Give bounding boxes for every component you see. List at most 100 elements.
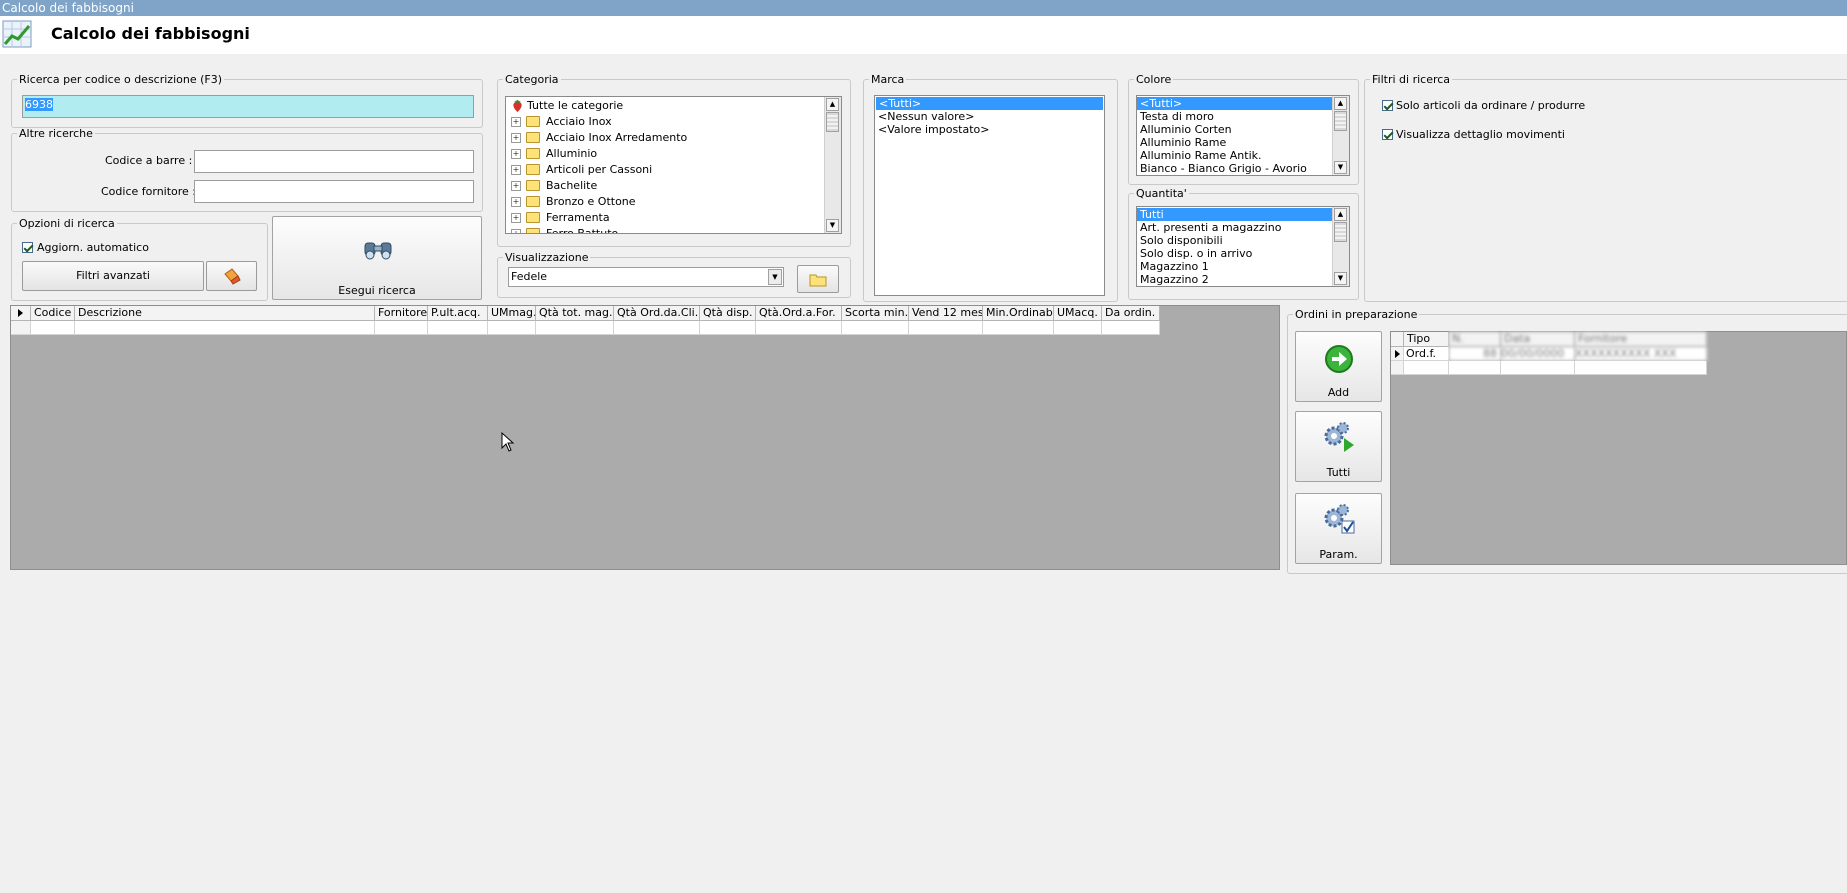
grid-cell[interactable] <box>1102 321 1160 335</box>
list-item[interactable]: <Tutti> <box>876 97 1103 110</box>
list-item[interactable]: Art. presenti a magazzino <box>1137 221 1349 234</box>
list-item[interactable]: Alluminio Rame <box>1137 136 1349 149</box>
add-order-button[interactable]: Add <box>1295 331 1382 402</box>
grid-cell[interactable] <box>909 321 983 335</box>
grid-cell[interactable] <box>31 321 75 335</box>
grid-cell[interactable] <box>428 321 488 335</box>
grid-cell[interactable] <box>375 321 428 335</box>
grid-cell[interactable] <box>842 321 909 335</box>
row-selector[interactable] <box>1391 347 1404 361</box>
grid-cell[interactable] <box>488 321 536 335</box>
order-empty-cell[interactable] <box>1575 361 1707 375</box>
category-scrollbar[interactable]: ▲ ▼ <box>824 97 841 233</box>
column-header[interactable]: Data <box>1501 332 1575 347</box>
column-header[interactable]: Qtà tot. mag. <box>536 306 614 321</box>
column-header[interactable]: Scorta min. <box>842 306 909 321</box>
list-item[interactable]: Magazzino 1 <box>1137 260 1349 273</box>
expand-icon[interactable]: + <box>511 213 521 223</box>
only-to-order-checkbox[interactable] <box>1382 100 1393 111</box>
grid-cell[interactable] <box>700 321 756 335</box>
column-header[interactable]: Vend 12 mesi <box>909 306 983 321</box>
supplier-code-input[interactable] <box>194 180 474 203</box>
column-header[interactable]: Qtà disp. <box>700 306 756 321</box>
order-empty-cell[interactable] <box>1404 361 1449 375</box>
clear-filters-button[interactable] <box>206 261 257 291</box>
order-empty-cell[interactable] <box>1501 361 1575 375</box>
quantity-list[interactable]: Tutti Art. presenti a magazzino Solo dis… <box>1136 206 1350 287</box>
quantity-scrollbar[interactable]: ▲ ▼ <box>1332 207 1349 286</box>
scroll-thumb[interactable] <box>1334 111 1347 131</box>
auto-update-label: Aggiorn. automatico <box>37 241 149 254</box>
column-header[interactable]: Da ordin. <box>1102 306 1160 321</box>
list-item[interactable]: Magazzino 2 <box>1137 273 1349 286</box>
order-number-cell[interactable]: 88 <box>1449 347 1501 361</box>
all-orders-button[interactable]: Tutti <box>1295 411 1382 482</box>
list-item[interactable]: <Tutti> <box>1137 97 1332 110</box>
auto-update-checkbox[interactable] <box>22 242 33 253</box>
grid-cell[interactable] <box>983 321 1054 335</box>
expand-icon[interactable]: + <box>511 197 521 207</box>
list-item[interactable]: <Valore impostato> <box>875 123 1104 136</box>
column-header[interactable]: Descrizione <box>75 306 375 321</box>
search-input[interactable]: 6938 <box>22 95 474 118</box>
grid-cell[interactable] <box>536 321 614 335</box>
column-header[interactable]: Qtà Ord.da.Cli. <box>614 306 700 321</box>
list-item[interactable]: Alluminio Corten <box>1137 123 1349 136</box>
list-item[interactable]: Testa di moro <box>1137 110 1349 123</box>
row-selector[interactable] <box>1391 361 1404 375</box>
column-header[interactable]: P.ult.acq. <box>428 306 488 321</box>
scroll-down-icon[interactable]: ▼ <box>1334 161 1347 174</box>
advanced-filters-button[interactable]: Filtri avanzati <box>22 261 204 291</box>
column-header[interactable]: Min.Ordinab <box>983 306 1054 321</box>
column-header[interactable]: Tipo <box>1404 332 1449 347</box>
column-header[interactable]: UMmag. <box>488 306 536 321</box>
column-header[interactable]: Codice <box>31 306 75 321</box>
color-list[interactable]: <Tutti> Testa di moro Alluminio Corten A… <box>1136 95 1350 176</box>
scroll-down-icon[interactable]: ▼ <box>1334 272 1347 285</box>
view-select[interactable]: Fedele ▼ <box>508 267 784 287</box>
column-header[interactable]: UMacq. <box>1054 306 1102 321</box>
list-item[interactable]: Solo disponibili <box>1137 234 1349 247</box>
expand-icon[interactable]: + <box>511 165 521 175</box>
list-item[interactable]: Bianco - Bianco Grigio - Avorio <box>1137 162 1349 175</box>
results-grid[interactable]: Codice Descrizione Fornitore P.ult.acq. UMma… <box>10 305 1280 570</box>
order-supplier-cell[interactable]: XXXXXXXXXX XXX <box>1575 347 1707 361</box>
order-date-cell[interactable]: 00/00/0000 <box>1501 347 1575 361</box>
color-scrollbar[interactable]: ▲ ▼ <box>1332 96 1349 175</box>
brand-list[interactable]: <Tutti> <Nessun valore> <Valore impostat… <box>874 95 1105 296</box>
grid-cell[interactable] <box>614 321 700 335</box>
list-item[interactable]: <Nessun valore> <box>875 110 1104 123</box>
list-item[interactable]: Solo disp. o in arrivo <box>1137 247 1349 260</box>
orders-grid[interactable]: Tipo N. Data Fornitore Ord.f. 88 00/00/0… <box>1390 331 1847 565</box>
scroll-up-icon[interactable]: ▲ <box>826 98 839 111</box>
scroll-thumb[interactable] <box>826 112 839 132</box>
expand-icon[interactable]: + <box>511 181 521 191</box>
column-header[interactable]: Fornitore <box>375 306 428 321</box>
expand-icon[interactable]: + <box>511 117 521 127</box>
scroll-thumb[interactable] <box>1334 222 1347 242</box>
column-header[interactable]: Qtà.Ord.a.For. <box>756 306 842 321</box>
order-empty-cell[interactable] <box>1449 361 1501 375</box>
row-selector[interactable] <box>11 321 31 335</box>
order-type-cell[interactable]: Ord.f. <box>1404 347 1449 361</box>
scroll-up-icon[interactable]: ▲ <box>1334 208 1347 221</box>
show-movements-checkbox[interactable] <box>1382 129 1393 140</box>
column-header[interactable]: Fornitore <box>1575 332 1707 347</box>
column-header[interactable]: N. <box>1449 332 1501 347</box>
barcode-input[interactable] <box>194 150 474 173</box>
open-view-button[interactable] <box>797 265 839 293</box>
list-item[interactable]: Alluminio Rame Antik. <box>1137 149 1349 162</box>
expand-icon[interactable]: + <box>511 149 521 159</box>
grid-cell[interactable] <box>75 321 375 335</box>
grid-cell[interactable] <box>1054 321 1102 335</box>
chevron-down-icon[interactable]: ▼ <box>768 269 782 285</box>
run-search-button[interactable]: Esegui ricerca <box>272 216 482 300</box>
expand-icon[interactable]: + <box>511 229 521 233</box>
parameters-button[interactable]: Param. <box>1295 493 1382 564</box>
scroll-down-icon[interactable]: ▼ <box>826 219 839 232</box>
expand-icon[interactable]: + <box>511 133 521 143</box>
scroll-up-icon[interactable]: ▲ <box>1334 97 1347 110</box>
category-tree[interactable]: Tutte le categorie + Acciaio Inox + Acciai… <box>505 96 842 234</box>
list-item[interactable]: Tutti <box>1137 208 1332 221</box>
grid-cell[interactable] <box>756 321 842 335</box>
